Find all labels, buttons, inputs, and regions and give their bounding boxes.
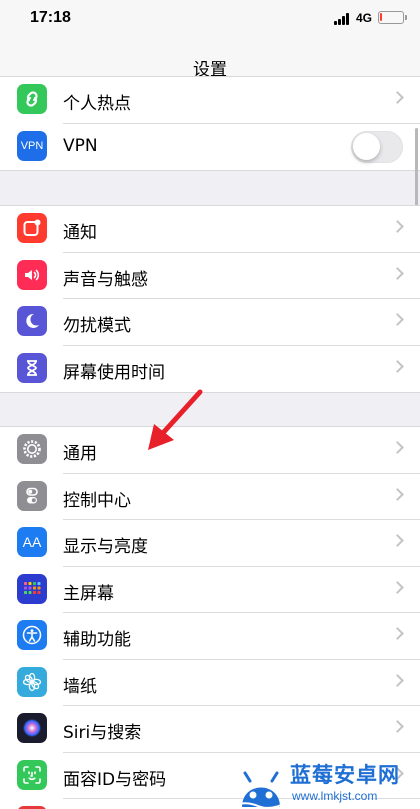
- chevron-right-icon: [391, 580, 404, 594]
- chevron-right-icon: [391, 359, 404, 373]
- settings-row-label: 声音与触感: [63, 269, 148, 290]
- chevron-right-icon: [391, 673, 404, 687]
- chevron-right-icon: [391, 534, 404, 547]
- settings-row-label: 面容ID与密码: [63, 769, 167, 790]
- notifications-icon: [17, 213, 47, 243]
- chevron-right-icon: [391, 313, 404, 326]
- status-bar: 17:18 4G: [0, 0, 420, 40]
- settings-row-label: 通用: [63, 444, 97, 464]
- watermark-url: www.lmkjst.com: [292, 789, 378, 803]
- settings-row-label: 辅助功能: [63, 630, 131, 650]
- siri-icon: [17, 713, 47, 743]
- settings-row-label: 主屏幕: [63, 583, 114, 604]
- settings-row-label: 通知: [63, 223, 97, 243]
- annotation-arrow-icon: [148, 389, 203, 450]
- settings-group-network: 个人热点 VPN VPN: [0, 76, 420, 171]
- settings-row-general[interactable]: 通用: [0, 427, 420, 474]
- settings-row-label: Siri与搜索: [63, 723, 142, 743]
- vpn-toggle[interactable]: [351, 130, 403, 163]
- settings-row-siri-search[interactable]: Siri与搜索: [0, 706, 420, 753]
- settings-row-personal-hotspot[interactable]: 个人热点: [0, 77, 420, 124]
- settings-row-home-screen[interactable]: 主屏幕: [0, 567, 420, 613]
- settings-row-wallpaper[interactable]: 墙纸: [0, 660, 420, 706]
- chevron-right-icon: [391, 487, 404, 501]
- moon-icon: [17, 306, 47, 336]
- chevron-right-icon: [391, 720, 404, 733]
- gear-icon: [17, 434, 47, 464]
- settings-row-label: 勿扰模式: [63, 316, 131, 336]
- settings-group-general: 通用 控制中心 AA 显示与亮度 主屏幕 辅助功能 墙纸 Siri与搜索 面容I…: [0, 426, 420, 809]
- text-size-icon: AA: [17, 527, 47, 557]
- settings-row-control-center[interactable]: 控制中心: [0, 474, 420, 520]
- status-time: 17:18: [30, 9, 71, 26]
- flower-icon: [17, 666, 47, 697]
- hourglass-icon: [17, 352, 47, 383]
- settings-group-notifications: 通知 声音与触感 勿扰模式 屏幕使用时间: [0, 205, 420, 393]
- settings-row-accessibility[interactable]: 辅助功能: [0, 613, 420, 660]
- watermark-title: 蓝莓安卓网: [290, 763, 400, 787]
- chevron-right-icon: [391, 91, 404, 104]
- toggle-knob: [353, 132, 380, 160]
- vpn-icon: VPN: [17, 130, 47, 161]
- chevron-right-icon: [391, 441, 404, 454]
- settings-row-label: 个人热点: [63, 94, 131, 114]
- chevron-right-icon: [391, 220, 404, 233]
- chevron-right-icon: [391, 266, 404, 280]
- home-screen-icon: [17, 573, 47, 604]
- battery-icon: [378, 11, 407, 24]
- settings-row-label: 控制中心: [63, 490, 131, 511]
- switches-icon: [17, 480, 47, 511]
- settings-row-display-brightness[interactable]: AA 显示与亮度: [0, 520, 420, 567]
- battery-level: [380, 13, 382, 21]
- settings-row-label: 显示与亮度: [63, 537, 148, 557]
- settings-row-sounds[interactable]: 声音与触感: [0, 253, 420, 299]
- settings-row-notifications[interactable]: 通知: [0, 206, 420, 253]
- watermark: 蓝莓安卓网 www.lmkjst.com: [232, 757, 420, 809]
- link-icon: [17, 84, 47, 114]
- settings-row-label: VPN: [63, 135, 98, 156]
- settings-row-screen-time[interactable]: 屏幕使用时间: [0, 346, 420, 393]
- accessibility-icon: [17, 620, 47, 650]
- face-id-icon: [17, 759, 47, 790]
- network-type: 4G: [356, 11, 373, 25]
- settings-row-do-not-disturb[interactable]: 勿扰模式: [0, 299, 420, 346]
- android-logo-icon: [236, 771, 286, 809]
- settings-row-label: 墙纸: [63, 676, 97, 697]
- chevron-right-icon: [391, 627, 404, 640]
- settings-row-vpn[interactable]: VPN VPN: [0, 124, 420, 171]
- speaker-icon: [17, 259, 47, 290]
- settings-row-label: 屏幕使用时间: [63, 362, 165, 383]
- cellular-signal-icon: [334, 12, 352, 25]
